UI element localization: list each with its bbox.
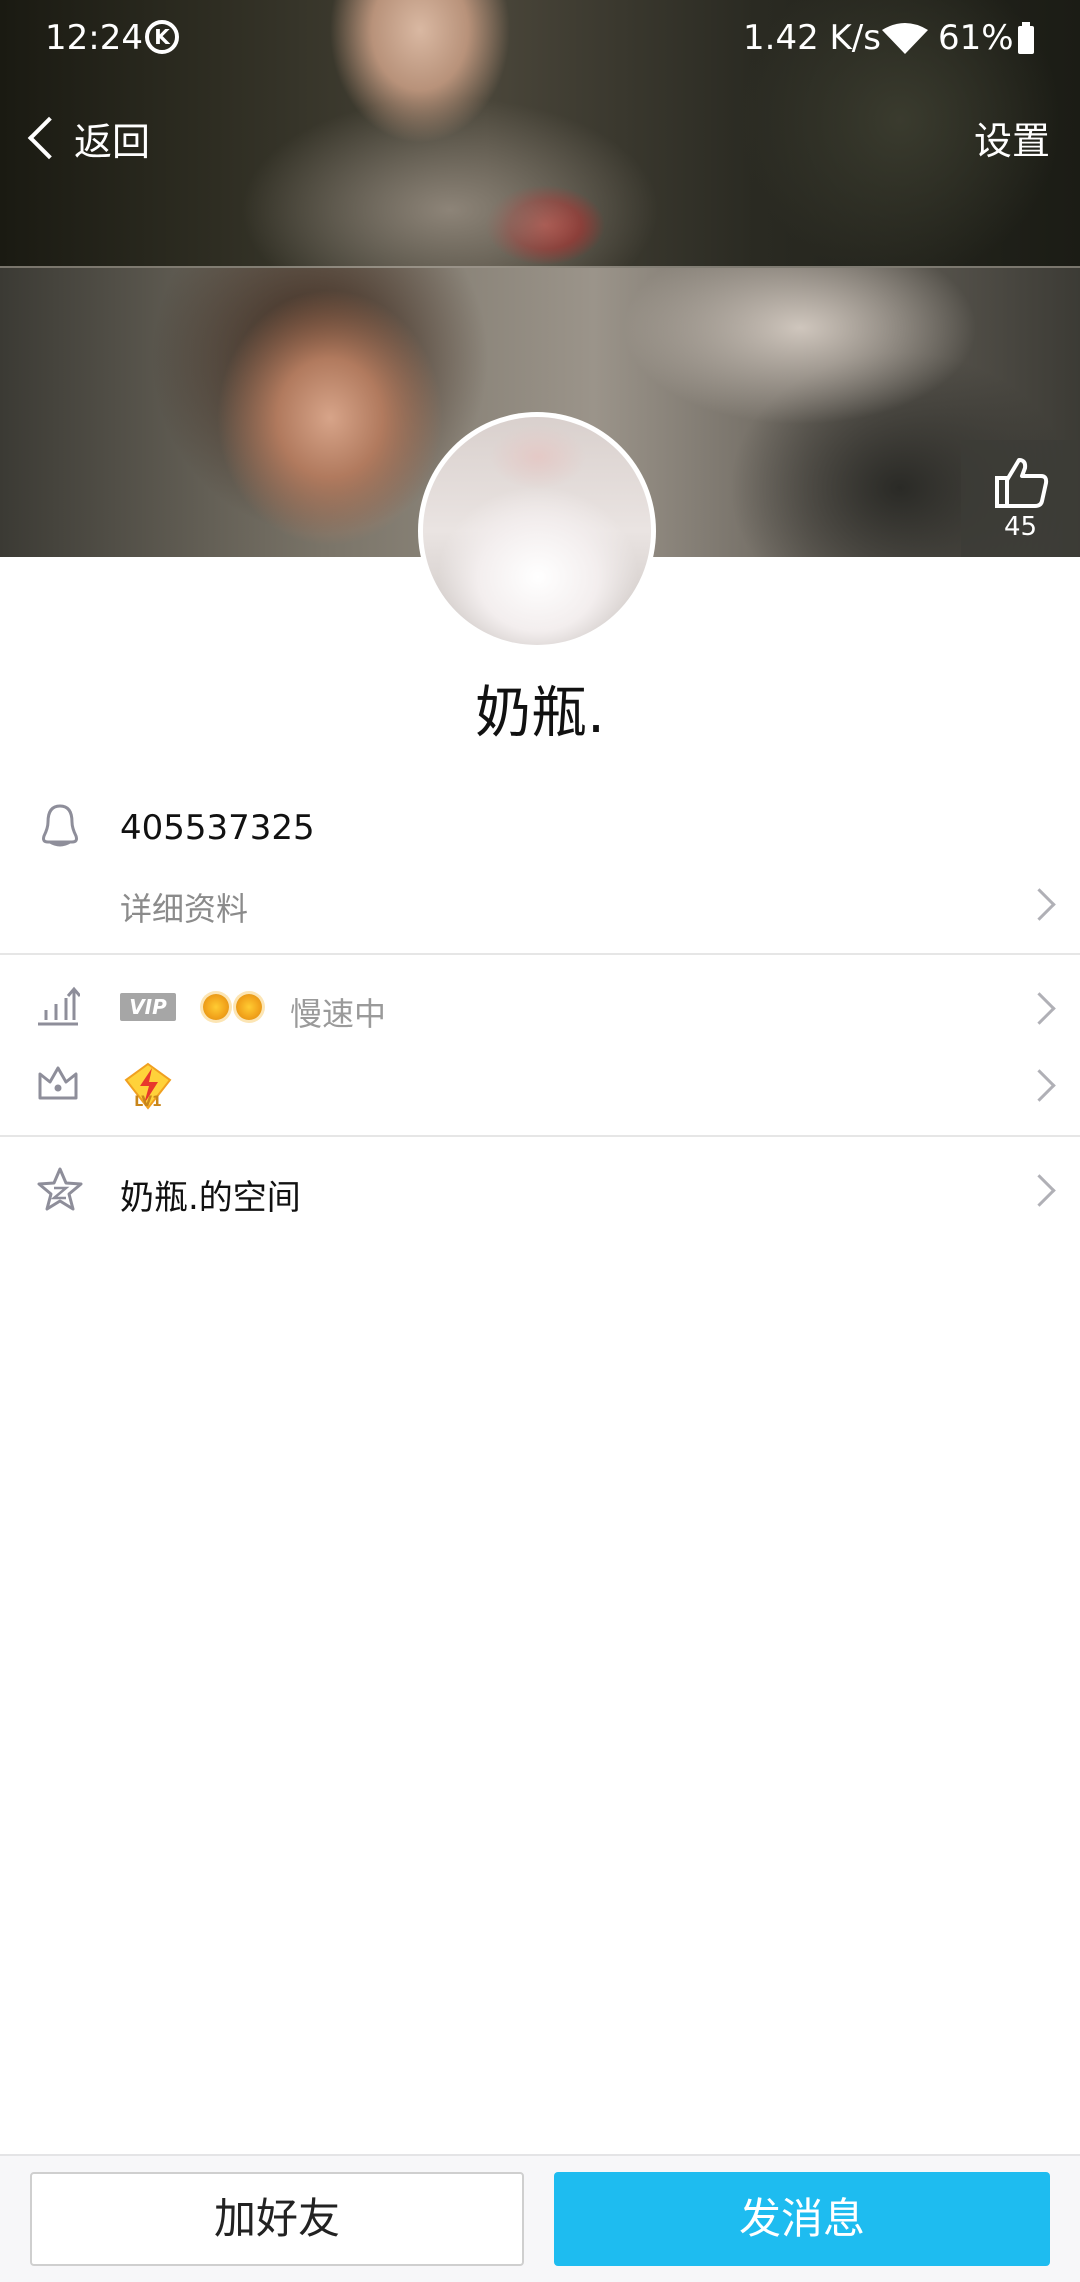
add-friend-button[interactable]: 加好友 [30, 2172, 524, 2266]
like-count: 45 [1003, 512, 1038, 542]
status-time: 12:24 [45, 18, 143, 58]
like-button[interactable]: 45 [961, 440, 1080, 557]
wifi-icon [880, 22, 930, 65]
qq-number: 405537325 [120, 808, 315, 848]
profile-nickname: 奶瓶. [475, 681, 605, 746]
back-button[interactable]: 返回 [24, 108, 150, 168]
chevron-right-icon[interactable] [1023, 992, 1056, 1025]
growth-chart-icon [36, 986, 82, 1030]
level-badge-label: LV1 [134, 1094, 162, 1110]
send-message-button[interactable]: 发消息 [554, 2172, 1050, 2266]
star-icon [36, 1166, 84, 1216]
chevron-right-icon[interactable] [1023, 1069, 1056, 1102]
level-badge[interactable]: LV1 [122, 1060, 174, 1112]
chevron-right-icon[interactable] [1023, 1174, 1056, 1207]
k-app-icon: K [145, 20, 179, 54]
vip-status: 慢速中 [290, 995, 387, 1033]
settings-button[interactable]: 设置 [974, 110, 1050, 165]
chevron-left-icon [27, 116, 71, 160]
penguin-icon [36, 802, 84, 854]
divider [0, 1135, 1080, 1137]
details-link[interactable]: 详细资料 [120, 884, 248, 930]
net-speed: 1.42 K/s [743, 18, 881, 58]
battery-icon [1018, 22, 1034, 54]
divider [0, 953, 1080, 955]
qzone-link[interactable]: 奶瓶.的空间 [120, 1170, 301, 1219]
status-bar: 12:24 K 1.42 K/s 61% [0, 0, 1080, 80]
sun-level-icon [236, 994, 262, 1020]
crown-icon [36, 1062, 80, 1106]
battery-percent: 61% [938, 18, 1014, 58]
back-label: 返回 [74, 119, 151, 164]
chevron-right-icon[interactable] [1023, 888, 1056, 921]
sun-level-icon [203, 994, 229, 1020]
vip-badge[interactable]: VIP [120, 993, 176, 1021]
bottom-action-bar: 加好友 发消息 [0, 2154, 1080, 2282]
thumbs-up-icon [994, 458, 1048, 508]
avatar-image [423, 417, 651, 645]
avatar[interactable] [418, 412, 656, 650]
